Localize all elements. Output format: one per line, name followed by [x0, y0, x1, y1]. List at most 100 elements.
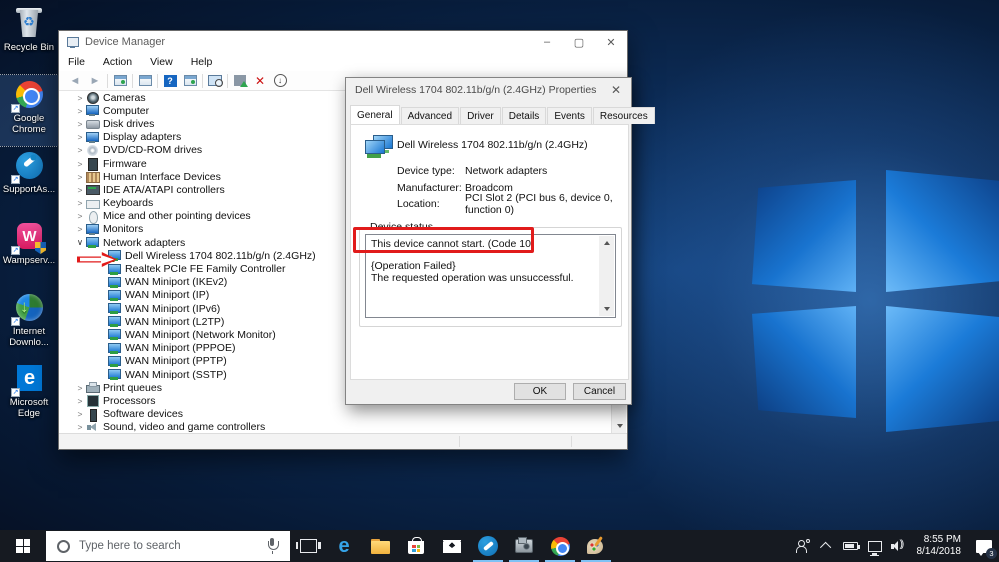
- disk-device-icon: [86, 118, 100, 130]
- menu-item-view[interactable]: View: [141, 56, 182, 68]
- task-view-button[interactable]: [290, 530, 326, 562]
- chevron-collapsed-icon[interactable]: >: [74, 185, 86, 195]
- chevron-collapsed-icon[interactable]: >: [74, 93, 86, 103]
- toolbar-separator: [227, 73, 228, 88]
- desktop-icon-label: SupportAs...: [2, 184, 56, 195]
- tree-item-label: WAN Miniport (IP): [125, 289, 210, 302]
- people-icon: [795, 539, 810, 553]
- tree-item[interactable]: > Software devices: [60, 408, 613, 422]
- action-center-button[interactable]: 3: [969, 530, 999, 562]
- tab-general[interactable]: General: [350, 105, 400, 124]
- taskbar-app-paint[interactable]: [578, 530, 614, 562]
- chevron-collapsed-icon[interactable]: >: [74, 172, 86, 182]
- status-scrollbar[interactable]: [599, 236, 614, 316]
- microphone-icon[interactable]: [266, 538, 279, 554]
- netcard-device-icon: [108, 289, 121, 301]
- supportassist-icon: ↗: [11, 149, 46, 184]
- status-scroll-down-icon[interactable]: [599, 302, 614, 316]
- shortcut-arrow-icon: ↗: [11, 104, 20, 113]
- desktop-icon-chrome[interactable]: ↗ Google Chrome: [0, 74, 59, 147]
- menu-item-file[interactable]: File: [59, 56, 94, 68]
- device-manager-titlebar[interactable]: Device Manager – ▢ ✕: [59, 31, 627, 53]
- help-icon[interactable]: ?: [160, 73, 180, 89]
- taskbar-app-chrome[interactable]: [542, 530, 578, 562]
- battery-button[interactable]: [839, 530, 863, 562]
- tab-details[interactable]: Details: [501, 107, 547, 124]
- chevron-collapsed-icon[interactable]: >: [74, 383, 86, 393]
- start-button[interactable]: [0, 530, 46, 562]
- desktop-icon-label: Google Chrome: [12, 113, 46, 135]
- chevron-expanded-icon[interactable]: ∨: [74, 237, 86, 248]
- tab-driver[interactable]: Driver: [460, 107, 501, 124]
- cortana-icon: [57, 539, 70, 553]
- chevron-collapsed-icon[interactable]: >: [74, 396, 86, 406]
- show-hidden-icons-button[interactable]: [815, 530, 839, 562]
- chevron-collapsed-icon[interactable]: >: [74, 224, 86, 234]
- tree-item-label: Mice and other pointing devices: [103, 210, 251, 223]
- menu-bar: File Action View Help: [59, 53, 627, 71]
- taskbar-app-sa[interactable]: [470, 530, 506, 562]
- volume-button[interactable]: )): [887, 530, 911, 562]
- device-field-row: Device type: Network adapters: [397, 163, 620, 180]
- chevron-collapsed-icon[interactable]: >: [74, 159, 86, 169]
- dialog-title: Dell Wireless 1704 802.11b/g/n (2.4GHz) …: [355, 84, 597, 96]
- chevron-collapsed-icon[interactable]: >: [74, 211, 86, 221]
- tab-resources[interactable]: Resources: [592, 107, 655, 124]
- people-button[interactable]: [791, 530, 815, 562]
- status-scroll-up-icon[interactable]: [599, 236, 614, 250]
- taskbar-app-devmgr[interactable]: [506, 530, 542, 562]
- taskbar-clock[interactable]: 8:55 PM 8/14/2018: [911, 534, 970, 558]
- clock-time: 8:55 PM: [923, 534, 961, 545]
- disable-icon[interactable]: ↓: [270, 73, 290, 89]
- dialog-tab-strip: General Advanced Driver Details Events Resour…: [350, 105, 655, 124]
- chevron-collapsed-icon[interactable]: >: [74, 106, 86, 116]
- chevron-collapsed-icon[interactable]: >: [74, 198, 86, 208]
- network-icon: [867, 540, 882, 556]
- taskbar-app-folder[interactable]: [362, 530, 398, 562]
- back-icon[interactable]: ◄: [65, 73, 85, 89]
- close-button[interactable]: ✕: [595, 31, 627, 53]
- desktop-icon-idm[interactable]: ↓ ↗ Internet Downlo...: [0, 288, 58, 359]
- status-line-operation: {Operation Failed}: [371, 260, 456, 272]
- taskbar-app-edge[interactable]: e: [326, 530, 362, 562]
- tab-advanced[interactable]: Advanced: [400, 107, 460, 124]
- chevron-collapsed-icon[interactable]: >: [74, 132, 86, 142]
- desktop-icon-wamp[interactable]: W ↗ Wampserv...: [0, 217, 58, 288]
- field-label: Location:: [397, 198, 440, 211]
- ok-button[interactable]: OK: [514, 383, 566, 400]
- minimize-button[interactable]: –: [531, 31, 563, 53]
- chevron-collapsed-icon[interactable]: >: [74, 145, 86, 155]
- desktop-icon-recycle[interactable]: ♻ Recycle Bin: [0, 4, 58, 75]
- desktop-icon-edge[interactable]: e ↗ Microsoft Edge: [0, 359, 58, 430]
- maximize-button[interactable]: ▢: [563, 31, 595, 53]
- update-driver-icon[interactable]: [230, 73, 250, 89]
- dialog-close-icon[interactable]: ✕: [611, 83, 621, 97]
- taskbar-app-mail[interactable]: [434, 530, 470, 562]
- tree-item-label: Realtek PCIe FE Family Controller: [125, 263, 286, 276]
- window-icon[interactable]: [110, 73, 130, 89]
- field-label: Manufacturer:: [397, 181, 462, 194]
- netcard-device-icon: [108, 329, 121, 341]
- device-manager-app-icon: [67, 36, 79, 48]
- chevron-collapsed-icon[interactable]: >: [74, 409, 86, 419]
- task-view-icon: [295, 539, 321, 553]
- scroll-down-icon[interactable]: [612, 418, 627, 433]
- window-show-icon[interactable]: [180, 73, 200, 89]
- chevron-collapsed-icon[interactable]: >: [74, 422, 86, 432]
- taskbar-search[interactable]: Type here to search: [46, 531, 290, 561]
- window-export-icon[interactable]: [135, 73, 155, 89]
- menu-item-help[interactable]: Help: [182, 56, 222, 68]
- taskbar-app-store[interactable]: [398, 530, 434, 562]
- menu-item-action[interactable]: Action: [94, 56, 141, 68]
- tree-item[interactable]: > Sound, video and game controllers: [60, 421, 613, 433]
- cancel-button[interactable]: Cancel: [573, 383, 626, 400]
- annotation-red-rectangle: [353, 227, 534, 253]
- desktop-icon-sa[interactable]: ↗ SupportAs...: [0, 146, 58, 217]
- network-button[interactable]: [863, 530, 887, 562]
- dialog-titlebar[interactable]: Dell Wireless 1704 802.11b/g/n (2.4GHz) …: [346, 78, 631, 102]
- chevron-collapsed-icon[interactable]: >: [74, 119, 86, 129]
- scan-hardware-icon[interactable]: [205, 73, 225, 89]
- tab-events[interactable]: Events: [547, 107, 592, 124]
- uninstall-icon[interactable]: ✕: [250, 73, 270, 89]
- forward-icon[interactable]: ►: [85, 73, 105, 89]
